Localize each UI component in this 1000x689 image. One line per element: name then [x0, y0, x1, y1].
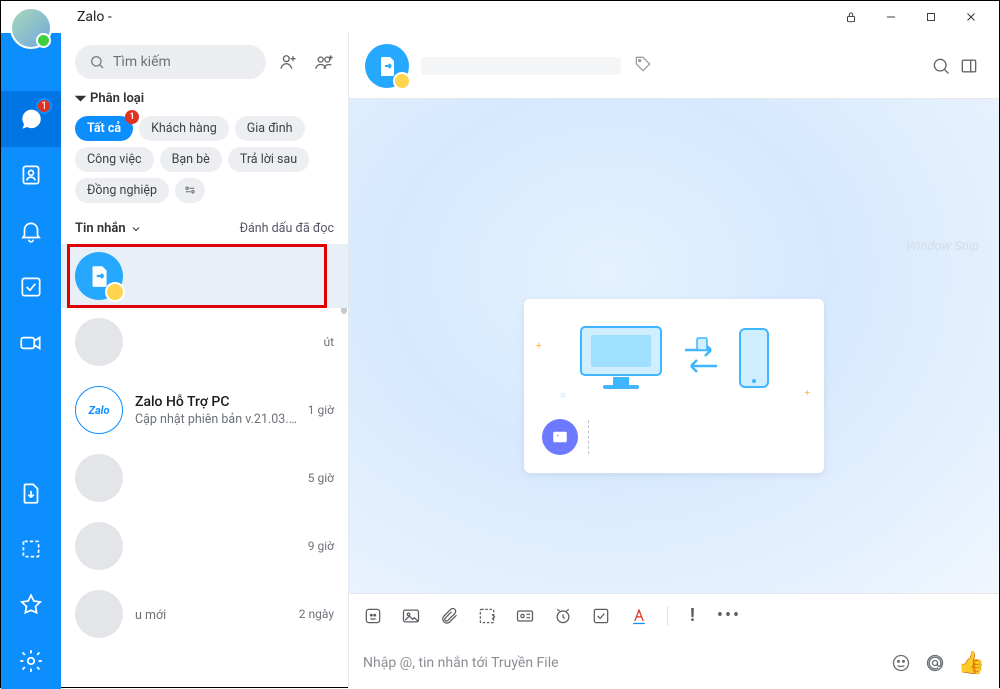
- lock-icon[interactable]: [831, 1, 871, 33]
- avatar-placeholder: [75, 522, 123, 570]
- conversation-item[interactable]: 5 giờ: [61, 444, 348, 512]
- conversation-item[interactable]: u mới 2 ngày: [61, 580, 348, 648]
- conversation-time: út: [323, 335, 334, 349]
- conversation-time: 2 ngày: [299, 607, 334, 621]
- chip-family[interactable]: Gia đình: [235, 116, 305, 141]
- avatar[interactable]: [10, 7, 52, 49]
- chat-search-button[interactable]: [927, 52, 955, 80]
- conversation-subtitle: u mới: [135, 608, 293, 623]
- chevron-down-icon: [130, 223, 142, 235]
- nav-messages[interactable]: 1: [1, 91, 61, 147]
- titlebar: Zalo -: [1, 1, 999, 33]
- chip-work[interactable]: Công việc: [75, 147, 154, 172]
- conversation-list: út Zalo Zalo Hỗ Trợ PC Cập nhật phiên bả…: [61, 244, 348, 689]
- chat-header: [349, 33, 999, 99]
- conversation-item-zalo-support[interactable]: Zalo Zalo Hỗ Trợ PC Cập nhật phiên bản v…: [61, 376, 348, 444]
- chat-body: Window Snip + ○ +: [349, 99, 999, 593]
- conversation-time: 5 giờ: [308, 471, 334, 485]
- compose-row: 👍: [349, 637, 999, 689]
- minimize-button[interactable]: [871, 1, 911, 33]
- chip-colleague[interactable]: Đồng nghiệp: [75, 178, 169, 203]
- chat-avatar[interactable]: [365, 44, 409, 88]
- image-button[interactable]: [401, 606, 421, 626]
- nav-settings[interactable]: [1, 633, 61, 689]
- transfer-illustration-icon: + ○ +: [542, 323, 806, 393]
- toolbar-divider: [667, 606, 668, 626]
- messages-filter[interactable]: Tin nhắn: [75, 221, 142, 236]
- window-title: Zalo -: [77, 9, 112, 25]
- tag-button[interactable]: [633, 54, 653, 78]
- image-placeholder: [588, 420, 596, 454]
- conversation-item-file-transfer[interactable]: [61, 244, 348, 308]
- maximize-button[interactable]: [911, 1, 951, 33]
- conversation-item[interactable]: 9 giờ: [61, 512, 348, 580]
- screenshot-compose-button[interactable]: [477, 606, 497, 626]
- chip-all-badge: 1: [125, 110, 139, 124]
- priority-button[interactable]: !: [686, 605, 699, 626]
- nav-video[interactable]: [1, 315, 61, 371]
- chat-title-placeholder: [421, 57, 621, 75]
- nav-star[interactable]: [1, 577, 61, 633]
- chat-area: Window Snip + ○ +: [349, 33, 999, 689]
- chat-sidebar-button[interactable]: [955, 52, 983, 80]
- conversation-panel: Tìm kiếm Phân loại Tất cả 1 Khách hàng G…: [61, 33, 349, 689]
- chip-all[interactable]: Tất cả 1: [75, 116, 133, 141]
- nav-todo[interactable]: [1, 259, 61, 315]
- task-button[interactable]: [591, 606, 611, 626]
- nav-cloud-file[interactable]: [1, 465, 61, 521]
- conversation-time: 1 giờ: [308, 403, 334, 417]
- reminder-button[interactable]: [553, 606, 573, 626]
- nav-screenshot[interactable]: [1, 521, 61, 577]
- mark-all-read[interactable]: Đánh dấu đã đọc: [240, 221, 334, 236]
- chip-reply-later[interactable]: Trả lời sau: [228, 147, 309, 172]
- message-input[interactable]: [363, 637, 884, 689]
- search-placeholder: Tìm kiếm: [113, 54, 171, 70]
- chip-friends[interactable]: Bạn bè: [160, 147, 222, 172]
- emoji-button[interactable]: [884, 646, 918, 680]
- category-label: Phân loại: [90, 91, 144, 106]
- avatar-placeholder: [75, 590, 123, 638]
- like-button[interactable]: 👍: [958, 651, 985, 676]
- search-input[interactable]: Tìm kiếm: [75, 45, 266, 79]
- compose-toolbar: ! •••: [349, 593, 999, 637]
- conversation-subtitle: Cập nhật phiên bản v.21.03.03...: [135, 412, 302, 427]
- category-toggle[interactable]: Phân loại: [75, 91, 334, 106]
- nav-notifications[interactable]: [1, 203, 61, 259]
- chevron-down-icon: [75, 93, 86, 104]
- create-group-button[interactable]: [310, 48, 338, 76]
- welcome-card: + ○ +: [524, 299, 824, 473]
- chip-customer[interactable]: Khách hàng: [139, 116, 229, 141]
- nav-contacts[interactable]: [1, 147, 61, 203]
- file-transfer-avatar: [75, 252, 123, 300]
- close-button[interactable]: [951, 1, 991, 33]
- chip-settings[interactable]: [175, 178, 205, 203]
- avatar-placeholder: [75, 454, 123, 502]
- sticker-button[interactable]: [363, 606, 383, 626]
- attach-button[interactable]: [439, 606, 459, 626]
- conversation-item[interactable]: út: [61, 308, 348, 376]
- watermark: Window Snip: [906, 239, 979, 254]
- zalo-avatar: Zalo: [75, 386, 123, 434]
- messages-badge: 1: [36, 98, 52, 114]
- nav-rail: 1: [1, 33, 61, 689]
- avatar-placeholder: [75, 318, 123, 366]
- more-toolbar-button[interactable]: •••: [717, 605, 741, 626]
- format-button[interactable]: [629, 606, 649, 626]
- mention-button[interactable]: [918, 646, 952, 680]
- conversation-time: 9 giờ: [308, 539, 334, 553]
- image-icon: [542, 419, 578, 455]
- conversation-title: Zalo Hỗ Trợ PC: [135, 394, 302, 410]
- add-friend-button[interactable]: [274, 48, 302, 76]
- contact-card-button[interactable]: [515, 606, 535, 626]
- search-icon: [89, 54, 105, 70]
